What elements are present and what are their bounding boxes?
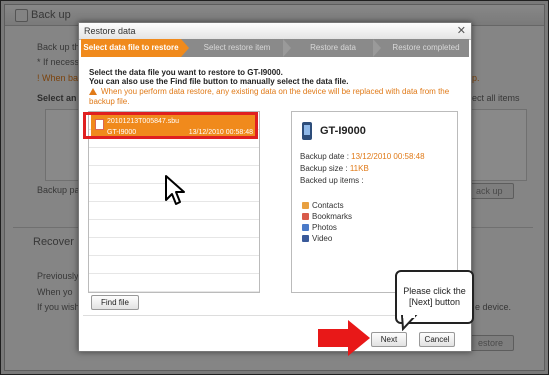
item-bookmarks: Bookmarks (302, 212, 352, 221)
red-arrow-icon (318, 320, 370, 356)
backup-date-label: Backup date : (300, 152, 352, 161)
item-label: Video (312, 234, 333, 243)
photo-icon (302, 224, 309, 232)
phone-icon (302, 122, 312, 140)
step-restore-data: Restore data (310, 43, 356, 52)
bookmark-icon (302, 213, 309, 221)
video-icon (302, 235, 309, 243)
item-video: Video (302, 234, 332, 243)
contacts-icon (302, 202, 309, 210)
mouse-cursor-icon (165, 175, 185, 205)
step-select-item: Select restore item (203, 43, 271, 52)
backup-details-panel: GT-I9000 Backup date : 13/12/2010 00:58:… (291, 111, 458, 293)
warning-text: When you perform data restore, any exist… (89, 87, 450, 106)
backup-size-row: Backup size : 11KB (300, 164, 369, 173)
item-contacts: Contacts (302, 201, 344, 210)
item-photos: Photos (302, 223, 337, 232)
selected-file-highlight (83, 112, 258, 139)
backup-date-row: Backup date : 13/12/2010 00:58:48 (300, 152, 425, 161)
step-chevron-icon (283, 39, 291, 57)
close-icon[interactable]: ✕ (457, 24, 466, 37)
instruction-line-2: You can also use the Find file button to… (89, 77, 349, 86)
backup-size-label: Backup size : (300, 164, 350, 173)
step-restore-completed: Restore completed (392, 43, 460, 52)
next-button[interactable]: Next (371, 332, 407, 347)
instruction-line-1: Select the data file you want to restore… (89, 68, 283, 77)
backup-size-value: 11KB (349, 164, 369, 173)
callout-text: Please click the [Next] button (403, 286, 466, 307)
backed-up-items-label: Backed up items : (300, 176, 364, 185)
item-label: Bookmarks (312, 212, 353, 221)
backup-date-value: 13/12/2010 00:58:48 (351, 152, 425, 161)
item-label: Photos (312, 223, 337, 232)
step-chevron-icon (181, 39, 189, 57)
dialog-title: Restore data (84, 26, 136, 36)
find-file-button[interactable]: Find file (91, 295, 139, 310)
warning-icon (89, 88, 97, 96)
step-select-file: Select data file to restore (81, 39, 181, 57)
dialog-titlebar: Restore data ✕ (79, 23, 471, 40)
callout-pointer-icon (400, 315, 418, 331)
item-label: Contacts (312, 201, 344, 210)
cancel-button[interactable]: Cancel (419, 332, 455, 347)
step-chevron-icon (373, 39, 381, 57)
step-progress-bar: Select data file to restore Select resto… (81, 39, 469, 57)
warning-message: When you perform data restore, any exist… (89, 87, 459, 107)
device-model: GT-I9000 (320, 125, 366, 137)
